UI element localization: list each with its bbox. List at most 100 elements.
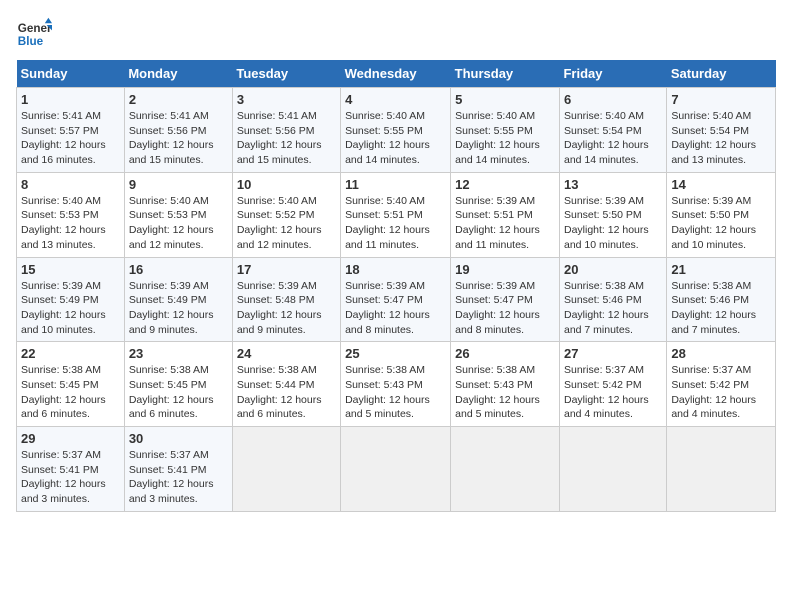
day-number: 30 [129,431,228,446]
day-info: Sunrise: 5:41 AM Sunset: 5:56 PM Dayligh… [129,109,228,168]
calendar-cell: 28 Sunrise: 5:37 AM Sunset: 5:42 PM Dayli… [667,342,776,427]
header-day-monday: Monday [124,60,232,88]
day-info: Sunrise: 5:38 AM Sunset: 5:43 PM Dayligh… [455,363,555,422]
day-number: 6 [564,92,662,107]
svg-text:General: General [18,22,52,35]
day-info: Sunrise: 5:39 AM Sunset: 5:51 PM Dayligh… [455,194,555,253]
day-number: 22 [21,346,120,361]
logo: General Blue [16,16,52,52]
logo-icon: General Blue [16,16,52,52]
header-day-saturday: Saturday [667,60,776,88]
day-number: 16 [129,262,228,277]
header-row: SundayMondayTuesdayWednesdayThursdayFrid… [17,60,776,88]
calendar-cell: 23Sunrise: 5:38 AM Sunset: 5:45 PM Dayli… [124,342,232,427]
calendar-cell: 20 Sunrise: 5:38 AM Sunset: 5:46 PM Dayli… [559,257,666,342]
day-number: 5 [455,92,555,107]
calendar-cell: 26 Sunrise: 5:38 AM Sunset: 5:43 PM Dayli… [451,342,560,427]
calendar-cell [451,427,560,512]
day-number: 1 [21,92,120,107]
calendar-cell: 19 Sunrise: 5:39 AM Sunset: 5:47 PM Dayli… [451,257,560,342]
day-number: 19 [455,262,555,277]
day-number: 4 [345,92,446,107]
day-info: Sunrise: 5:38 AM Sunset: 5:45 PM Dayligh… [129,363,228,422]
day-info: Sunrise: 5:38 AM Sunset: 5:46 PM Dayligh… [671,279,771,338]
day-number: 13 [564,177,662,192]
day-info: Sunrise: 5:40 AM Sunset: 5:51 PM Dayligh… [345,194,446,253]
day-number: 28 [671,346,771,361]
calendar-cell: 8 Sunrise: 5:40 AM Sunset: 5:53 PM Daylig… [17,172,125,257]
calendar-cell [667,427,776,512]
day-number: 14 [671,177,771,192]
calendar-week-1: 1 Sunrise: 5:41 AM Sunset: 5:57 PM Daylig… [17,88,776,173]
calendar-cell: 9 Sunrise: 5:40 AM Sunset: 5:53 PM Daylig… [124,172,232,257]
calendar-table: SundayMondayTuesdayWednesdayThursdayFrid… [16,60,776,512]
day-number: 11 [345,177,446,192]
day-number: 17 [237,262,336,277]
calendar-cell: 2Sunrise: 5:41 AM Sunset: 5:56 PM Daylig… [124,88,232,173]
day-info: Sunrise: 5:40 AM Sunset: 5:54 PM Dayligh… [671,109,771,168]
calendar-cell: 30 Sunrise: 5:37 AM Sunset: 5:41 PM Dayli… [124,427,232,512]
calendar-cell: 1 Sunrise: 5:41 AM Sunset: 5:57 PM Daylig… [17,88,125,173]
day-info: Sunrise: 5:39 AM Sunset: 5:47 PM Dayligh… [345,279,446,338]
calendar-cell: 6 Sunrise: 5:40 AM Sunset: 5:54 PM Daylig… [559,88,666,173]
day-info: Sunrise: 5:41 AM Sunset: 5:57 PM Dayligh… [21,109,120,168]
day-info: Sunrise: 5:39 AM Sunset: 5:50 PM Dayligh… [564,194,662,253]
day-info: Sunrise: 5:39 AM Sunset: 5:47 PM Dayligh… [455,279,555,338]
day-number: 15 [21,262,120,277]
day-info: Sunrise: 5:37 AM Sunset: 5:41 PM Dayligh… [21,448,120,507]
calendar-cell: 29Sunrise: 5:37 AM Sunset: 5:41 PM Dayli… [17,427,125,512]
calendar-week-5: 29Sunrise: 5:37 AM Sunset: 5:41 PM Dayli… [17,427,776,512]
calendar-cell: 18Sunrise: 5:39 AM Sunset: 5:47 PM Dayli… [341,257,451,342]
calendar-cell: 25Sunrise: 5:38 AM Sunset: 5:43 PM Dayli… [341,342,451,427]
day-info: Sunrise: 5:38 AM Sunset: 5:46 PM Dayligh… [564,279,662,338]
day-info: Sunrise: 5:37 AM Sunset: 5:41 PM Dayligh… [129,448,228,507]
calendar-cell: 3 Sunrise: 5:41 AM Sunset: 5:56 PM Daylig… [232,88,340,173]
calendar-cell: 11 Sunrise: 5:40 AM Sunset: 5:51 PM Dayli… [341,172,451,257]
day-info: Sunrise: 5:39 AM Sunset: 5:50 PM Dayligh… [671,194,771,253]
calendar-cell: 10 Sunrise: 5:40 AM Sunset: 5:52 PM Dayli… [232,172,340,257]
calendar-cell: 17 Sunrise: 5:39 AM Sunset: 5:48 PM Dayli… [232,257,340,342]
day-number: 8 [21,177,120,192]
calendar-cell: 12 Sunrise: 5:39 AM Sunset: 5:51 PM Dayli… [451,172,560,257]
day-info: Sunrise: 5:40 AM Sunset: 5:55 PM Dayligh… [345,109,446,168]
calendar-cell: 14 Sunrise: 5:39 AM Sunset: 5:50 PM Dayli… [667,172,776,257]
day-info: Sunrise: 5:37 AM Sunset: 5:42 PM Dayligh… [564,363,662,422]
day-info: Sunrise: 5:38 AM Sunset: 5:44 PM Dayligh… [237,363,336,422]
day-info: Sunrise: 5:39 AM Sunset: 5:49 PM Dayligh… [129,279,228,338]
day-number: 12 [455,177,555,192]
day-number: 3 [237,92,336,107]
day-info: Sunrise: 5:40 AM Sunset: 5:52 PM Dayligh… [237,194,336,253]
day-info: Sunrise: 5:40 AM Sunset: 5:53 PM Dayligh… [129,194,228,253]
header-day-wednesday: Wednesday [341,60,451,88]
header-day-friday: Friday [559,60,666,88]
day-number: 21 [671,262,771,277]
day-info: Sunrise: 5:39 AM Sunset: 5:48 PM Dayligh… [237,279,336,338]
header-day-thursday: Thursday [451,60,560,88]
calendar-cell [559,427,666,512]
day-info: Sunrise: 5:40 AM Sunset: 5:54 PM Dayligh… [564,109,662,168]
calendar-cell: 4 Sunrise: 5:40 AM Sunset: 5:55 PM Daylig… [341,88,451,173]
day-info: Sunrise: 5:41 AM Sunset: 5:56 PM Dayligh… [237,109,336,168]
day-number: 26 [455,346,555,361]
day-info: Sunrise: 5:37 AM Sunset: 5:42 PM Dayligh… [671,363,771,422]
day-number: 9 [129,177,228,192]
calendar-cell: 13 Sunrise: 5:39 AM Sunset: 5:50 PM Dayli… [559,172,666,257]
calendar-cell: 7Sunrise: 5:40 AM Sunset: 5:54 PM Daylig… [667,88,776,173]
day-number: 10 [237,177,336,192]
calendar-week-3: 15 Sunrise: 5:39 AM Sunset: 5:49 PM Dayli… [17,257,776,342]
svg-text:Blue: Blue [18,35,44,48]
calendar-week-2: 8 Sunrise: 5:40 AM Sunset: 5:53 PM Daylig… [17,172,776,257]
day-number: 25 [345,346,446,361]
calendar-cell: 21 Sunrise: 5:38 AM Sunset: 5:46 PM Dayli… [667,257,776,342]
day-number: 27 [564,346,662,361]
day-number: 20 [564,262,662,277]
calendar-cell: 24 Sunrise: 5:38 AM Sunset: 5:44 PM Dayli… [232,342,340,427]
calendar-cell: 27 Sunrise: 5:37 AM Sunset: 5:42 PM Dayli… [559,342,666,427]
day-number: 24 [237,346,336,361]
calendar-cell [232,427,340,512]
calendar-cell: 5Sunrise: 5:40 AM Sunset: 5:55 PM Daylig… [451,88,560,173]
day-info: Sunrise: 5:38 AM Sunset: 5:45 PM Dayligh… [21,363,120,422]
page-header: General Blue [16,16,776,52]
calendar-cell [341,427,451,512]
day-info: Sunrise: 5:40 AM Sunset: 5:53 PM Dayligh… [21,194,120,253]
